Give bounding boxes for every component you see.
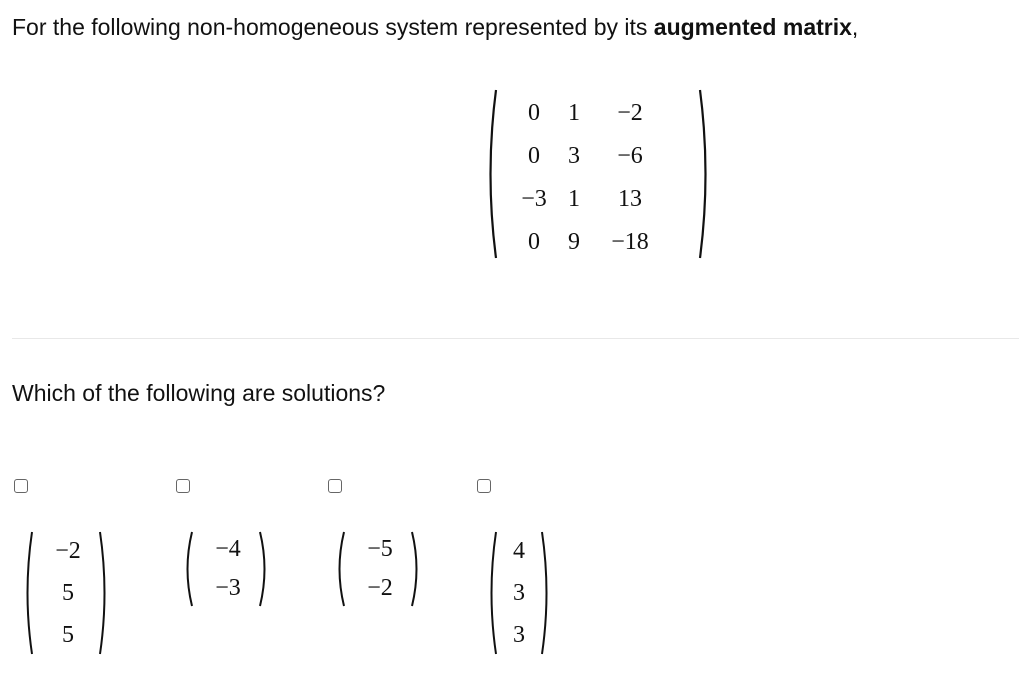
matrix-cell: 3 bbox=[568, 143, 580, 169]
vector-entry: 4 bbox=[513, 537, 525, 564]
matrix-cell: 9 bbox=[568, 229, 580, 255]
matrix-grid: 0 1 −2 0 3 −6 −3 1 13 0 9 −18 bbox=[514, 92, 666, 264]
right-paren-icon bbox=[541, 531, 548, 655]
augmented-matrix: 0 1 −2 0 3 −6 −3 1 13 0 9 −18 bbox=[484, 88, 716, 260]
vector-entry: −4 bbox=[215, 536, 241, 562]
vector-entry: −2 bbox=[367, 575, 393, 601]
matrix-cell: 0 bbox=[528, 100, 540, 126]
right-paren-icon bbox=[411, 531, 418, 607]
vector-entry: 5 bbox=[62, 621, 74, 648]
right-paren-icon bbox=[259, 531, 266, 607]
right-paren-icon bbox=[698, 89, 707, 259]
left-paren-icon bbox=[186, 531, 193, 607]
prompt-bold-term: augmented matrix bbox=[653, 14, 852, 40]
option-1-vector: −2 5 5 bbox=[22, 530, 110, 656]
prompt-tail: , bbox=[851, 14, 859, 40]
vector-entries: −2 5 5 bbox=[36, 530, 100, 656]
matrix-cell: −3 bbox=[521, 186, 547, 212]
option-4-checkbox[interactable] bbox=[477, 479, 491, 493]
vector-entries: −4 −3 bbox=[196, 530, 260, 608]
option-2-vector: −4 −3 bbox=[182, 530, 270, 608]
question-text: Which of the following are solutions? bbox=[12, 380, 386, 406]
matrix-cell: 13 bbox=[618, 186, 642, 212]
left-paren-icon bbox=[338, 531, 345, 607]
option-3-vector: −5 −2 bbox=[334, 530, 422, 608]
right-paren-icon bbox=[99, 531, 106, 655]
matrix-cell: 0 bbox=[528, 143, 540, 169]
prompt-text: For the following non-homogeneous system… bbox=[12, 14, 858, 41]
matrix-cell: 1 bbox=[568, 186, 580, 212]
option-3-checkbox[interactable] bbox=[328, 479, 342, 493]
option-4-vector: 4 3 3 bbox=[486, 530, 552, 656]
left-paren-icon bbox=[490, 531, 497, 655]
vector-entry: 3 bbox=[513, 579, 525, 606]
option-1-checkbox[interactable] bbox=[14, 479, 28, 493]
vector-entry: −5 bbox=[367, 536, 393, 562]
matrix-cell: −6 bbox=[617, 143, 643, 169]
left-paren-icon bbox=[26, 531, 33, 655]
option-2-checkbox[interactable] bbox=[176, 479, 190, 493]
vector-entry: −3 bbox=[215, 575, 241, 601]
section-divider bbox=[12, 338, 1019, 339]
matrix-cell: 1 bbox=[568, 100, 580, 126]
matrix-cell: −18 bbox=[611, 229, 649, 255]
prompt-lead: For the following non-homogeneous system… bbox=[12, 14, 654, 40]
matrix-cell: 0 bbox=[528, 229, 540, 255]
vector-entry: −2 bbox=[55, 537, 81, 564]
vector-entry: 5 bbox=[62, 579, 74, 606]
matrix-cell: −2 bbox=[617, 100, 643, 126]
vector-entry: 3 bbox=[513, 621, 525, 648]
vector-entries: −5 −2 bbox=[348, 530, 412, 608]
vector-entries: 4 3 3 bbox=[498, 530, 540, 656]
left-paren-icon bbox=[489, 89, 498, 259]
